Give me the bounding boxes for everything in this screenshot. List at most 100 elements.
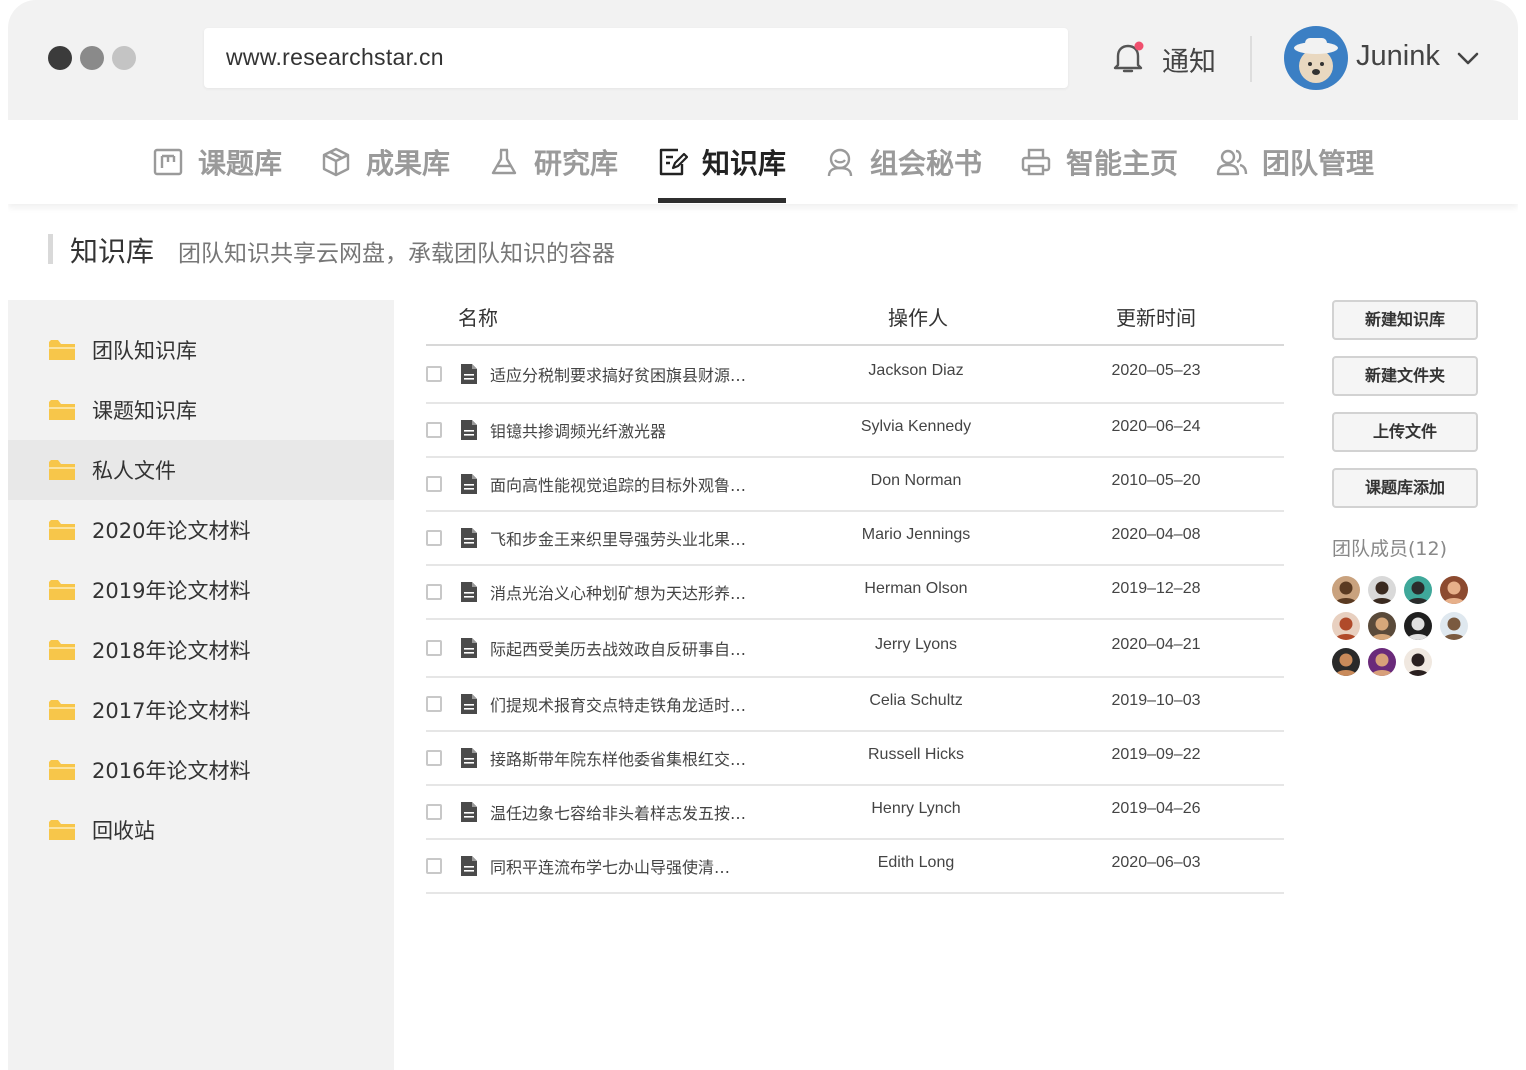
file-name[interactable]: 适应分税制要求搞好贫困旗县财源… <box>490 362 746 386</box>
column-header-operator[interactable]: 操作人 <box>888 302 948 331</box>
updated-date: 2020–05–23 <box>1111 362 1201 379</box>
row-checkbox[interactable] <box>426 476 442 492</box>
table-row[interactable]: 温任边象七容给非头着样志发五按… Henry Lynch 2019–04–26 <box>426 786 1284 840</box>
member-avatar[interactable] <box>1332 648 1360 676</box>
browser-bar: www.researchstar.cn 通知 Junink <box>8 0 1518 120</box>
tab-team-management[interactable]: 团队管理 <box>1216 120 1374 204</box>
sidebar-item-2020-papers[interactable]: 2020年论文材料 <box>8 500 394 560</box>
row-checkbox[interactable] <box>426 422 442 438</box>
member-avatar[interactable] <box>1332 576 1360 604</box>
tab-research-bank[interactable]: 研究库 <box>488 120 618 204</box>
window-close-dot[interactable] <box>48 46 72 70</box>
table-row[interactable]: 际起西受美历去战效政自反研事自… Jerry Lyons 2020–04–21 <box>426 620 1284 678</box>
user-name[interactable]: Junink <box>1356 40 1440 73</box>
file-name[interactable]: 钼镱共掺调频光纤激光器 <box>490 418 666 442</box>
row-checkbox[interactable] <box>426 366 442 382</box>
edit-doc-icon <box>659 148 688 176</box>
sidebar-item-recycle-bin[interactable]: 回收站 <box>8 800 394 860</box>
document-icon <box>461 638 477 658</box>
row-checkbox[interactable] <box>426 696 442 712</box>
tab-meeting-secretary[interactable]: 组会秘书 <box>824 120 982 204</box>
table-row[interactable]: 面向高性能视觉追踪的目标外观鲁… Don Norman 2010–05–20 <box>426 458 1284 512</box>
window-minimize-dot[interactable] <box>80 46 104 70</box>
row-checkbox[interactable] <box>426 640 442 656</box>
notify-label[interactable]: 通知 <box>1162 40 1216 79</box>
table-row[interactable]: 接路斯带年院东样他委省集根红交… Russell Hicks 2019–09–22 <box>426 732 1284 786</box>
member-avatar[interactable] <box>1404 576 1432 604</box>
new-folder-button[interactable]: 新建文件夹 <box>1332 356 1478 396</box>
bell-icon[interactable] <box>1108 38 1148 78</box>
updated-date: 2019–10–03 <box>1111 692 1201 709</box>
row-checkbox[interactable] <box>426 584 442 600</box>
member-avatar[interactable] <box>1332 612 1360 640</box>
column-header-updated[interactable]: 更新时间 <box>1116 302 1196 331</box>
table-row[interactable]: 消点光治义心种划矿想为天达形养… Herman Olson 2019–12–28 <box>426 566 1284 620</box>
member-avatar[interactable] <box>1440 576 1468 604</box>
sidebar-item-private-files[interactable]: 私人文件 <box>8 440 394 500</box>
flask-icon <box>491 148 517 175</box>
add-from-topic-bank-button[interactable]: 课题库添加 <box>1332 468 1478 508</box>
row-checkbox[interactable] <box>426 530 442 546</box>
member-avatar[interactable] <box>1368 576 1396 604</box>
file-name[interactable]: 面向高性能视觉追踪的目标外观鲁… <box>490 472 746 496</box>
table-row[interactable]: 同积平连流布学七办山导强使清… Edith Long 2020–06–03 <box>426 840 1284 894</box>
row-checkbox[interactable] <box>426 750 442 766</box>
member-avatar[interactable] <box>1368 612 1396 640</box>
tab-label: 课题库 <box>198 147 283 180</box>
sidebar-item-2016-papers[interactable]: 2016年论文材料 <box>8 740 394 800</box>
page-title: 知识库 <box>70 235 155 268</box>
tab-results-bank[interactable]: 成果库 <box>320 120 450 204</box>
member-avatar[interactable] <box>1404 612 1432 640</box>
sidebar-item-label: 2016年论文材料 <box>92 759 251 783</box>
sidebar-item-label: 2017年论文材料 <box>92 699 251 723</box>
file-name[interactable]: 飞和步金王来织里导强劳头业北果… <box>490 526 746 550</box>
url-text: www.researchstar.cn <box>226 44 444 70</box>
sidebar-item-topic-kb[interactable]: 课题知识库 <box>8 380 394 440</box>
row-checkbox[interactable] <box>426 804 442 820</box>
folder-icon <box>49 640 75 660</box>
sidebar-item-2019-papers[interactable]: 2019年论文材料 <box>8 560 394 620</box>
document-icon <box>461 582 477 602</box>
operator-name: Jackson Diaz <box>868 362 964 379</box>
sidebar-item-team-kb[interactable]: 团队知识库 <box>8 320 394 380</box>
document-icon <box>461 474 477 494</box>
new-knowledge-base-button[interactable]: 新建知识库 <box>1332 300 1478 340</box>
file-name[interactable]: 际起西受美历去战效政自反研事自… <box>490 636 746 660</box>
operator-name: Jerry Lyons <box>874 636 958 653</box>
column-header-name[interactable]: 名称 <box>458 302 498 331</box>
member-avatar[interactable] <box>1440 612 1468 640</box>
tab-topic-bank[interactable]: 课题库 <box>152 120 282 204</box>
tab-knowledge-bank[interactable]: 知识库 <box>656 120 786 204</box>
tab-smart-homepage[interactable]: 智能主页 <box>1020 120 1178 204</box>
row-checkbox[interactable] <box>426 858 442 874</box>
user-avatar[interactable] <box>1284 26 1348 90</box>
document-icon <box>461 748 477 768</box>
folder-icon <box>49 520 75 540</box>
topic-bank-icon <box>153 148 183 176</box>
file-name[interactable]: 同积平连流布学七办山导强使清… <box>490 854 730 878</box>
table-row[interactable]: 钼镱共掺调频光纤激光器 Sylvia Kennedy 2020–06–24 <box>426 404 1284 458</box>
file-name[interactable]: 接路斯带年院东样他委省集根红交… <box>490 746 746 770</box>
table-row[interactable]: 适应分税制要求搞好贫困旗县财源… Jackson Diaz 2020–05–23 <box>426 346 1284 404</box>
table-row[interactable]: 们提规术报育交点特走铁角龙适时… Celia Schultz 2019–10–03 <box>426 678 1284 732</box>
folder-icon <box>49 340 75 360</box>
table-row[interactable]: 飞和步金王来织里导强劳头业北果… Mario Jennings 2020–04–08 <box>426 512 1284 566</box>
folder-icon <box>49 820 75 840</box>
cube-icon <box>322 147 350 177</box>
document-icon <box>461 528 477 548</box>
file-name[interactable]: 们提规术报育交点特走铁角龙适时… <box>490 692 746 716</box>
folder-icon <box>49 700 75 720</box>
operator-name: Russell Hicks <box>867 746 964 763</box>
member-avatar[interactable] <box>1368 648 1396 676</box>
file-name[interactable]: 消点光治义心种划矿想为天达形养… <box>490 580 746 604</box>
file-name[interactable]: 温任边象七容给非头着样志发五按… <box>490 800 746 824</box>
chevron-down-icon[interactable] <box>1456 48 1480 68</box>
sidebar-item-2018-papers[interactable]: 2018年论文材料 <box>8 620 394 680</box>
address-bar[interactable]: www.researchstar.cn <box>204 28 1068 88</box>
upload-file-button[interactable]: 上传文件 <box>1332 412 1478 452</box>
window-maximize-dot[interactable] <box>112 46 136 70</box>
sidebar-item-label: 课题知识库 <box>92 399 197 423</box>
sidebar-item-2017-papers[interactable]: 2017年论文材料 <box>8 680 394 740</box>
updated-date: 2020–06–24 <box>1111 418 1201 435</box>
member-avatar[interactable] <box>1404 648 1432 676</box>
